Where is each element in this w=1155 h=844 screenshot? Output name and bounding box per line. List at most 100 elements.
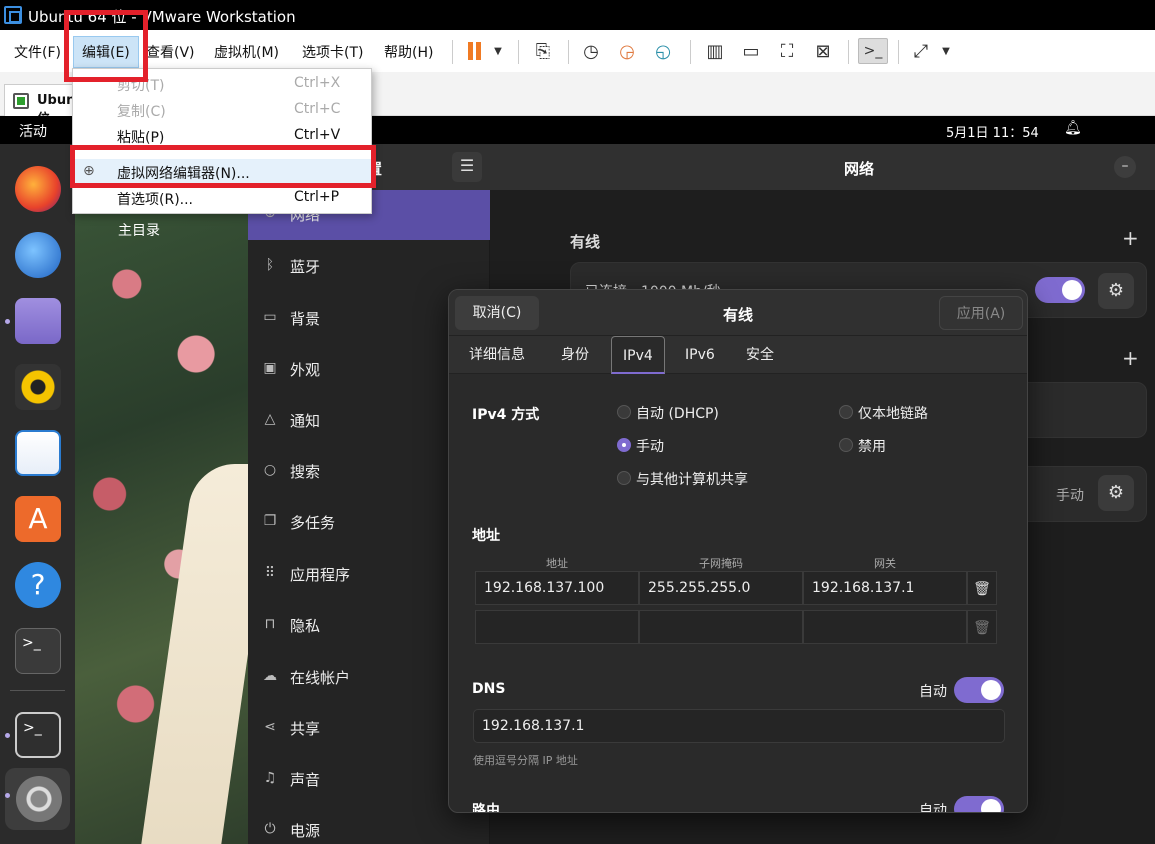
dns-auto-toggle[interactable]: [954, 677, 1004, 703]
running-indicator: [5, 733, 10, 738]
netmask-input[interactable]: [639, 610, 803, 644]
apps-grid-icon: ⠿: [264, 565, 276, 581]
radio-shared[interactable]: [617, 471, 631, 485]
thumbnail-icon[interactable]: ▭: [738, 38, 764, 64]
highlight-edit-menu: [64, 10, 148, 82]
desktop-wallpaper: [75, 144, 275, 844]
tab-security[interactable]: 安全: [746, 336, 774, 374]
vmware-logo-icon: [4, 6, 22, 24]
tab-ipv6[interactable]: IPv6: [685, 336, 715, 374]
toolbar-divider: [898, 40, 899, 64]
routes-auto-toggle[interactable]: [954, 796, 1004, 812]
thunderbird-icon[interactable]: [15, 232, 61, 278]
sidebar-item-label: 隐私: [290, 617, 321, 635]
chevron-down-icon[interactable]: ▼: [938, 38, 954, 64]
ipv4-method-label: IPv4 方式: [472, 407, 540, 423]
column-gateway: 网关: [874, 557, 896, 570]
home-folder-label[interactable]: 主目录: [118, 220, 160, 240]
radio-label: 仅本地链路: [858, 406, 928, 422]
gear-icon[interactable]: ⚙: [1098, 273, 1134, 309]
dns-input[interactable]: 192.168.137.1: [473, 709, 1005, 743]
radio-label: 手动: [636, 439, 664, 455]
sidebar-toggle-icon[interactable]: ▥: [702, 38, 728, 64]
menu-item-shortcut: Ctrl+C: [294, 101, 341, 117]
appearance-icon: ▣: [263, 360, 277, 376]
address-section-title: 地址: [472, 528, 500, 544]
sidebar-item-label: 声音: [290, 771, 321, 789]
stretch-icon[interactable]: ⤢: [908, 38, 934, 64]
clock[interactable]: 5月1日 11：54: [946, 122, 1039, 141]
menu-vm[interactable]: 虚拟机(M): [214, 42, 279, 62]
sidebar-item-label: 通知: [290, 412, 321, 430]
radio-link-local[interactable]: [839, 405, 853, 419]
revert-snapshot-icon[interactable]: ◶: [614, 38, 640, 64]
vm-icon: [13, 93, 29, 109]
toolbar-divider: [518, 40, 519, 64]
add-icon[interactable]: +: [1122, 346, 1139, 370]
cancel-button[interactable]: 取消(C): [455, 296, 539, 330]
gear-icon[interactable]: ⚙: [1098, 475, 1134, 511]
radio-dhcp[interactable]: [617, 405, 631, 419]
dns-auto-label: 自动: [919, 684, 947, 700]
pause-icon[interactable]: [462, 38, 486, 64]
dns-hint: 使用逗号分隔 IP 地址: [473, 754, 578, 767]
menubar: 文件(F) 编辑(E) 查看(V) 虚拟机(M) 选项卡(T) 帮助(H) ▼ …: [0, 30, 1155, 72]
snapshot-manager-icon[interactable]: ◵: [650, 38, 676, 64]
column-netmask: 子网掩码: [699, 557, 743, 570]
menu-view[interactable]: 查看(V): [146, 42, 195, 62]
address-input[interactable]: 192.168.137.100: [475, 571, 639, 605]
sidebar-item-bluetooth[interactable]: ᛒ 蓝牙: [248, 242, 490, 292]
bell-icon[interactable]: 🔔︎: [1064, 120, 1082, 136]
activities-button[interactable]: 活动: [19, 121, 47, 141]
menu-tabs[interactable]: 选项卡(T): [302, 42, 363, 62]
minimize-icon[interactable]: –: [1114, 156, 1136, 178]
multitasking-icon: ❐: [263, 513, 277, 529]
gateway-input[interactable]: [803, 610, 967, 644]
files-icon[interactable]: [15, 298, 61, 344]
terminal-icon[interactable]: >_: [15, 712, 61, 758]
radio-manual[interactable]: [617, 438, 631, 452]
fullscreen-icon[interactable]: ⛶: [774, 38, 800, 64]
trash-icon[interactable]: 🗑︎: [967, 610, 997, 644]
rhythmbox-icon[interactable]: [15, 364, 61, 410]
running-indicator: [5, 793, 10, 798]
lock-icon: ⊓: [264, 616, 276, 632]
tab-identity[interactable]: 身份: [561, 336, 589, 374]
wired-settings-dialog: 取消(C) 有线 应用(A) 详细信息 身份 IPv4 IPv6 安全 IPv4…: [448, 289, 1028, 813]
help-icon[interactable]: ?: [15, 562, 61, 608]
chevron-down-icon[interactable]: ▼: [490, 38, 506, 64]
netmask-input[interactable]: 255.255.255.0: [639, 571, 803, 605]
firefox-icon[interactable]: [15, 166, 61, 212]
monitor-icon: ▭: [263, 309, 277, 325]
trash-icon[interactable]: 🗑︎: [967, 571, 997, 605]
wired-toggle[interactable]: [1035, 277, 1085, 303]
menu-item-preferences[interactable]: 首选项(R)... Ctrl+P: [73, 185, 373, 211]
unity-icon[interactable]: ⊠: [810, 38, 836, 64]
send-keys-icon[interactable]: ⎘: [530, 38, 556, 64]
ubuntu-dock: A ? >_ >_: [0, 144, 75, 844]
menu-file[interactable]: 文件(F): [14, 42, 61, 62]
hamburger-menu-icon[interactable]: ☰: [452, 152, 482, 182]
terminal-icon[interactable]: >_: [15, 628, 61, 674]
writer-icon[interactable]: [15, 430, 61, 476]
menu-help[interactable]: 帮助(H): [384, 42, 433, 62]
snapshot-icon[interactable]: ◷: [578, 38, 604, 64]
toolbar-divider: [568, 40, 569, 64]
sidebar-item-label: 应用程序: [290, 566, 351, 584]
toolbar-divider: [690, 40, 691, 64]
radio-disabled[interactable]: [839, 438, 853, 452]
console-view-icon[interactable]: >_: [858, 38, 888, 64]
app-center-icon[interactable]: A: [15, 496, 61, 542]
gateway-input[interactable]: 192.168.137.1: [803, 571, 967, 605]
menu-item-shortcut: Ctrl+P: [294, 189, 340, 205]
apply-button[interactable]: 应用(A): [939, 296, 1023, 330]
sidebar-item-label: 背景: [290, 310, 321, 328]
tab-details[interactable]: 详细信息: [469, 336, 525, 374]
add-icon[interactable]: +: [1122, 226, 1139, 250]
tab-ipv4[interactable]: IPv4: [611, 336, 665, 374]
search-icon: ○: [263, 462, 277, 478]
settings-icon[interactable]: [16, 776, 62, 822]
sidebar-item-label: 多任务: [290, 514, 336, 532]
menu-item-copy[interactable]: 复制(C) Ctrl+C: [73, 97, 373, 123]
address-input[interactable]: [475, 610, 639, 644]
